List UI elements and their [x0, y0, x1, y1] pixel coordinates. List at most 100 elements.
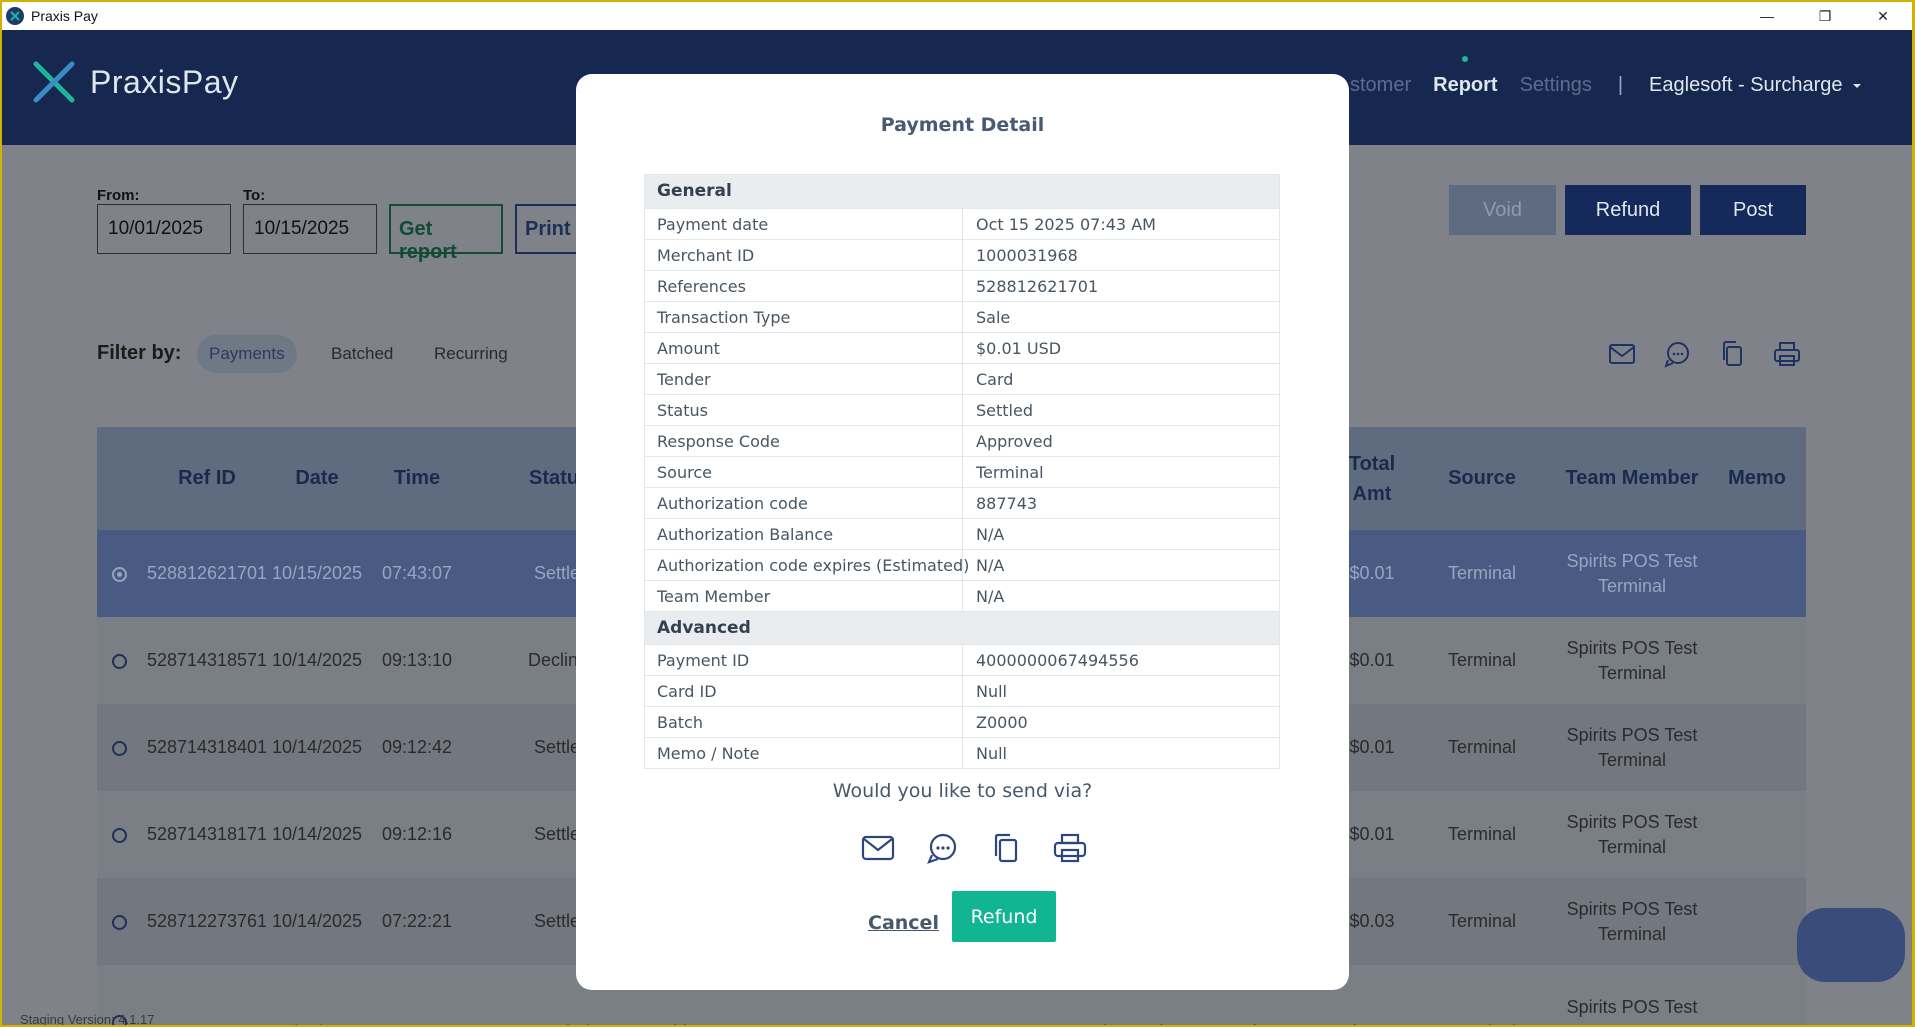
- row-description: Spirits Pos: [644, 989, 744, 1025]
- detail-row: References 528812621701: [645, 270, 1279, 301]
- row-card: MasterCard: [1005, 989, 1115, 1025]
- get-report-button[interactable]: Get report: [389, 204, 503, 263]
- refund-button[interactable]: Refund: [952, 891, 1056, 942]
- row-date: 10/14/2025: [271, 911, 363, 931]
- app-window: Praxis Pay — ❐ ✕ PraxisPay stomer Report…: [0, 0, 1915, 1027]
- row-source: Terminal: [1427, 989, 1537, 1025]
- nav-separator: |: [1617, 74, 1624, 96]
- post-button[interactable]: Post: [1700, 185, 1806, 235]
- copy-icon[interactable]: [1704, 336, 1759, 372]
- modal-title: Payment Detail: [880, 114, 1045, 136]
- row-radio[interactable]: [112, 915, 127, 930]
- detail-key: Team Member: [645, 581, 963, 611]
- detail-value: N/A: [976, 525, 1005, 544]
- col-memo[interactable]: Memo: [1717, 427, 1797, 530]
- detail-value: Settled: [976, 401, 1033, 420]
- detail-key: Tender: [645, 364, 963, 394]
- row-date: 10/14/2025: [271, 737, 363, 757]
- col-ref-id[interactable]: Ref ID: [147, 427, 267, 530]
- row-date: 10/14/2025: [271, 650, 363, 670]
- section-advanced: Advanced: [645, 611, 1279, 644]
- row-team: Spirits POS Test Terminal: [1566, 637, 1698, 683]
- from-date-input[interactable]: 10/01/2025: [97, 204, 231, 254]
- row-radio[interactable]: [112, 567, 127, 582]
- support-chat-button[interactable]: [1797, 908, 1905, 982]
- void-button[interactable]: Void: [1449, 185, 1556, 235]
- detail-key: Card ID: [645, 676, 963, 706]
- col-team-member[interactable]: Team Member: [1547, 427, 1717, 530]
- chat-icon[interactable]: [910, 828, 974, 868]
- row-ref-id: 528714318401: [146, 737, 268, 757]
- col-time[interactable]: Time: [367, 427, 467, 530]
- col-source[interactable]: Source: [1427, 427, 1537, 530]
- row-radio[interactable]: [112, 741, 127, 756]
- send-prompt: Would you like to send via?: [832, 780, 1093, 802]
- detail-key: Batch: [645, 707, 963, 737]
- detail-row: Card ID Null: [645, 675, 1279, 706]
- row-time: 09:13:10: [381, 650, 453, 670]
- detail-row: Memo / Note Null: [645, 737, 1279, 768]
- praxispay-logo[interactable]: PraxisPay: [32, 60, 239, 104]
- detail-row: Authorization code 887743: [645, 487, 1279, 518]
- filter-label: Filter by:: [97, 342, 182, 364]
- copy-icon[interactable]: [974, 828, 1038, 868]
- detail-key: Response Code: [645, 426, 963, 456]
- col-date[interactable]: Date: [257, 427, 377, 530]
- restore-button[interactable]: ❐: [1796, 2, 1854, 30]
- row-total: $0.01: [1337, 989, 1407, 1025]
- to-date-input[interactable]: 10/15/2025: [243, 204, 377, 254]
- mail-icon[interactable]: [1594, 336, 1649, 372]
- print-button[interactable]: Print: [515, 204, 585, 254]
- account-dropdown[interactable]: Eaglesoft - Surcharge: [1649, 74, 1842, 97]
- row-ref-id: 528714318571: [146, 650, 268, 670]
- close-button[interactable]: ✕: [1854, 2, 1912, 30]
- detail-row: Authorization Balance N/A: [645, 518, 1279, 549]
- row-date: 10/14/2025: [257, 989, 377, 1025]
- row-status: Settled: [534, 989, 604, 1025]
- row-radio[interactable]: [112, 654, 127, 669]
- row-amount: $0.01: [1149, 989, 1209, 1025]
- from-label: From:: [97, 187, 140, 204]
- row-team: Spirits POS Test Terminal: [1566, 811, 1698, 857]
- mail-icon[interactable]: [846, 828, 910, 868]
- row-radio[interactable]: [112, 828, 127, 843]
- payment-detail-modal: Payment Detail General Payment date Oct 1…: [576, 74, 1349, 990]
- filter-batched-tab[interactable]: Batched: [319, 335, 405, 373]
- nav-report[interactable]: Report: [1433, 56, 1498, 97]
- nav-customer[interactable]: stomer: [1350, 74, 1411, 97]
- detail-key: References: [645, 271, 963, 301]
- printer-icon[interactable]: [1038, 828, 1102, 868]
- main-nav: stomer Report Settings | Eaglesoft - Sur…: [1350, 56, 1864, 97]
- row-team: Spirits POS Test: [1566, 997, 1698, 1017]
- row-source: Terminal: [1447, 650, 1517, 670]
- detail-value: 4000000067494556: [976, 651, 1139, 670]
- row-date: 10/14/2025: [271, 824, 363, 844]
- detail-row: Payment date Oct 15 2025 07:43 AM: [645, 208, 1279, 239]
- send-options: [846, 828, 1102, 868]
- detail-value: Null: [976, 744, 1007, 763]
- row-time: 07:12:54: [367, 989, 467, 1025]
- detail-key: Authorization code: [645, 488, 963, 518]
- row-source: Terminal: [1447, 911, 1517, 931]
- praxispay-logo-icon: [33, 61, 75, 103]
- detail-row: Tender Card: [645, 363, 1279, 394]
- refund-action-button[interactable]: Refund: [1565, 185, 1691, 235]
- detail-key: Payment date: [645, 209, 963, 239]
- chevron-down-icon[interactable]: [1850, 79, 1864, 93]
- printer-icon[interactable]: [1759, 336, 1814, 372]
- detail-key: Payment ID: [645, 645, 963, 675]
- chat-icon[interactable]: [1649, 336, 1704, 372]
- cancel-button[interactable]: Cancel: [868, 912, 939, 934]
- detail-row: Batch Z0000: [645, 706, 1279, 737]
- minimize-button[interactable]: —: [1738, 2, 1796, 30]
- detail-key: Authorization code expires (Estimated): [645, 550, 969, 580]
- filter-payments-tab[interactable]: Payments: [197, 335, 297, 373]
- detail-value: Card: [976, 370, 1014, 389]
- payment-detail-table: General Payment date Oct 15 2025 07:43 AM…: [644, 174, 1280, 769]
- row-source: Terminal: [1447, 824, 1517, 844]
- filter-recurring-tab[interactable]: Recurring: [422, 335, 520, 373]
- nav-settings[interactable]: Settings: [1520, 74, 1592, 97]
- detail-value: Null: [976, 682, 1007, 701]
- detail-key: Source: [645, 457, 963, 487]
- row-time: 07:22:21: [381, 911, 453, 931]
